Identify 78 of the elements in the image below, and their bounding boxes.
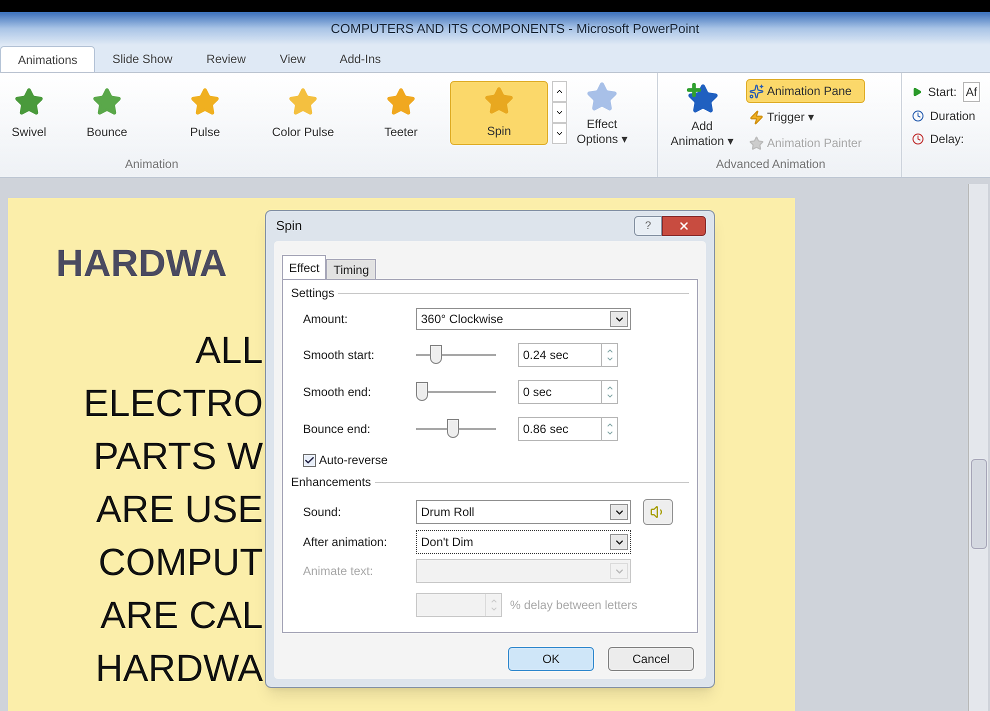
star-icon [288,87,318,117]
slider-thumb[interactable] [430,345,442,364]
after-animation-dropdown[interactable]: Don't Dim [416,530,631,554]
star-icon [484,86,514,116]
star-icon [14,87,44,117]
field-label: Smooth start: [303,347,376,364]
star-brush-icon [749,136,764,150]
slider-thumb[interactable] [416,382,428,401]
gallery-more-button[interactable] [552,123,567,144]
slide-text-line: ARE USE [96,488,263,533]
ribbon-tab[interactable]: Animations [0,46,96,72]
ribbon-tab[interactable]: Add-Ins [322,46,398,72]
clock-icon [912,133,924,145]
delay-field[interactable] [416,593,502,617]
checkbox-label: Auto-reverse [319,452,388,469]
gallery-scroll-down-button[interactable] [552,102,567,123]
lightning-icon [749,110,764,124]
star-icon [92,87,122,117]
star-icon [386,87,416,117]
star-icon [586,81,618,113]
animation-gallery-item[interactable]: Swivel [0,81,58,145]
ribbon-tab[interactable]: View [262,46,323,72]
animation-gallery-item[interactable]: Color Pulse [254,81,352,145]
effect-options-button[interactable]: Effect Options ▾ [573,81,631,147]
group-label: Animation [124,156,180,173]
start-field[interactable]: Af [962,82,980,102]
group-label: Advanced Animation [715,156,826,173]
close-icon [678,220,690,232]
slide-title: HARDWA [56,243,227,285]
clock-icon [912,110,924,122]
slide-text-line: ELECTRO [84,382,263,427]
slider-thumb[interactable] [446,419,459,438]
animate-text-dropdown[interactable] [416,559,631,583]
field-label: Animate text: [303,563,374,580]
star-plus-icon [685,81,719,115]
field-label: Sound: [303,504,342,521]
close-button[interactable] [662,216,706,236]
help-button[interactable]: ? [634,216,662,236]
field-label: Smooth end: [303,384,372,401]
slide-text-line: ALL [195,329,263,374]
sound-dropdown[interactable]: Drum Roll [416,500,631,524]
play-icon [912,87,922,97]
animation-gallery-item[interactable]: Bounce [58,81,156,145]
timing-label: Delay: [930,131,964,148]
section-label: Settings [291,285,334,302]
ribbon-tab[interactable]: Slide Show [95,46,190,72]
animation-gallery-item[interactable]: Pulse [156,81,254,145]
dialog-title: Spin [275,217,302,236]
ribbon-command[interactable]: Animation Pane [746,79,865,103]
amount-dropdown[interactable]: 360° Clockwise [416,308,631,330]
section-label: Enhancements [291,474,372,491]
add-animation-button[interactable]: Add Animation ▾ [658,79,746,155]
timing-label: Start: [928,84,957,101]
dialog-button[interactable]: OK [508,647,594,671]
animation-gallery-item[interactable]: Teeter [352,81,450,145]
checkbox[interactable] [303,454,316,466]
slide-text-line: COMPUT [98,541,263,586]
field-label: After animation: [303,534,388,551]
timing-label: Duration [930,108,976,125]
seconds-field[interactable]: 0.24 sec [518,343,618,367]
slide-text-line: PARTS W [93,435,263,480]
ribbon-command[interactable]: Trigger ▾ [746,105,865,129]
window-title: COMPUTERS AND ITS COMPONENTS - Microsoft PowerPoint [330,20,700,38]
animation-gallery-item[interactable]: Spin [450,81,548,145]
slide-text-line: ARE CAL [100,594,263,639]
dialog-tab[interactable]: Timing [326,259,376,279]
field-label: Bounce end: [303,421,372,438]
dialog-tab[interactable]: Effect [282,255,326,279]
gallery-scroll-up-button[interactable] [552,81,567,102]
volume-button[interactable] [643,499,673,525]
ribbon-tab[interactable]: Review [189,46,263,72]
seconds-field[interactable]: 0 sec [518,380,618,404]
dialog-button[interactable]: Cancel [608,647,694,671]
seconds-field[interactable]: 0.86 sec [518,417,618,441]
delay-label: % delay between letters [510,597,638,614]
field-label: Amount: [303,311,349,328]
slide-text-line: HARDWA [96,647,263,692]
star-icon [190,87,220,117]
